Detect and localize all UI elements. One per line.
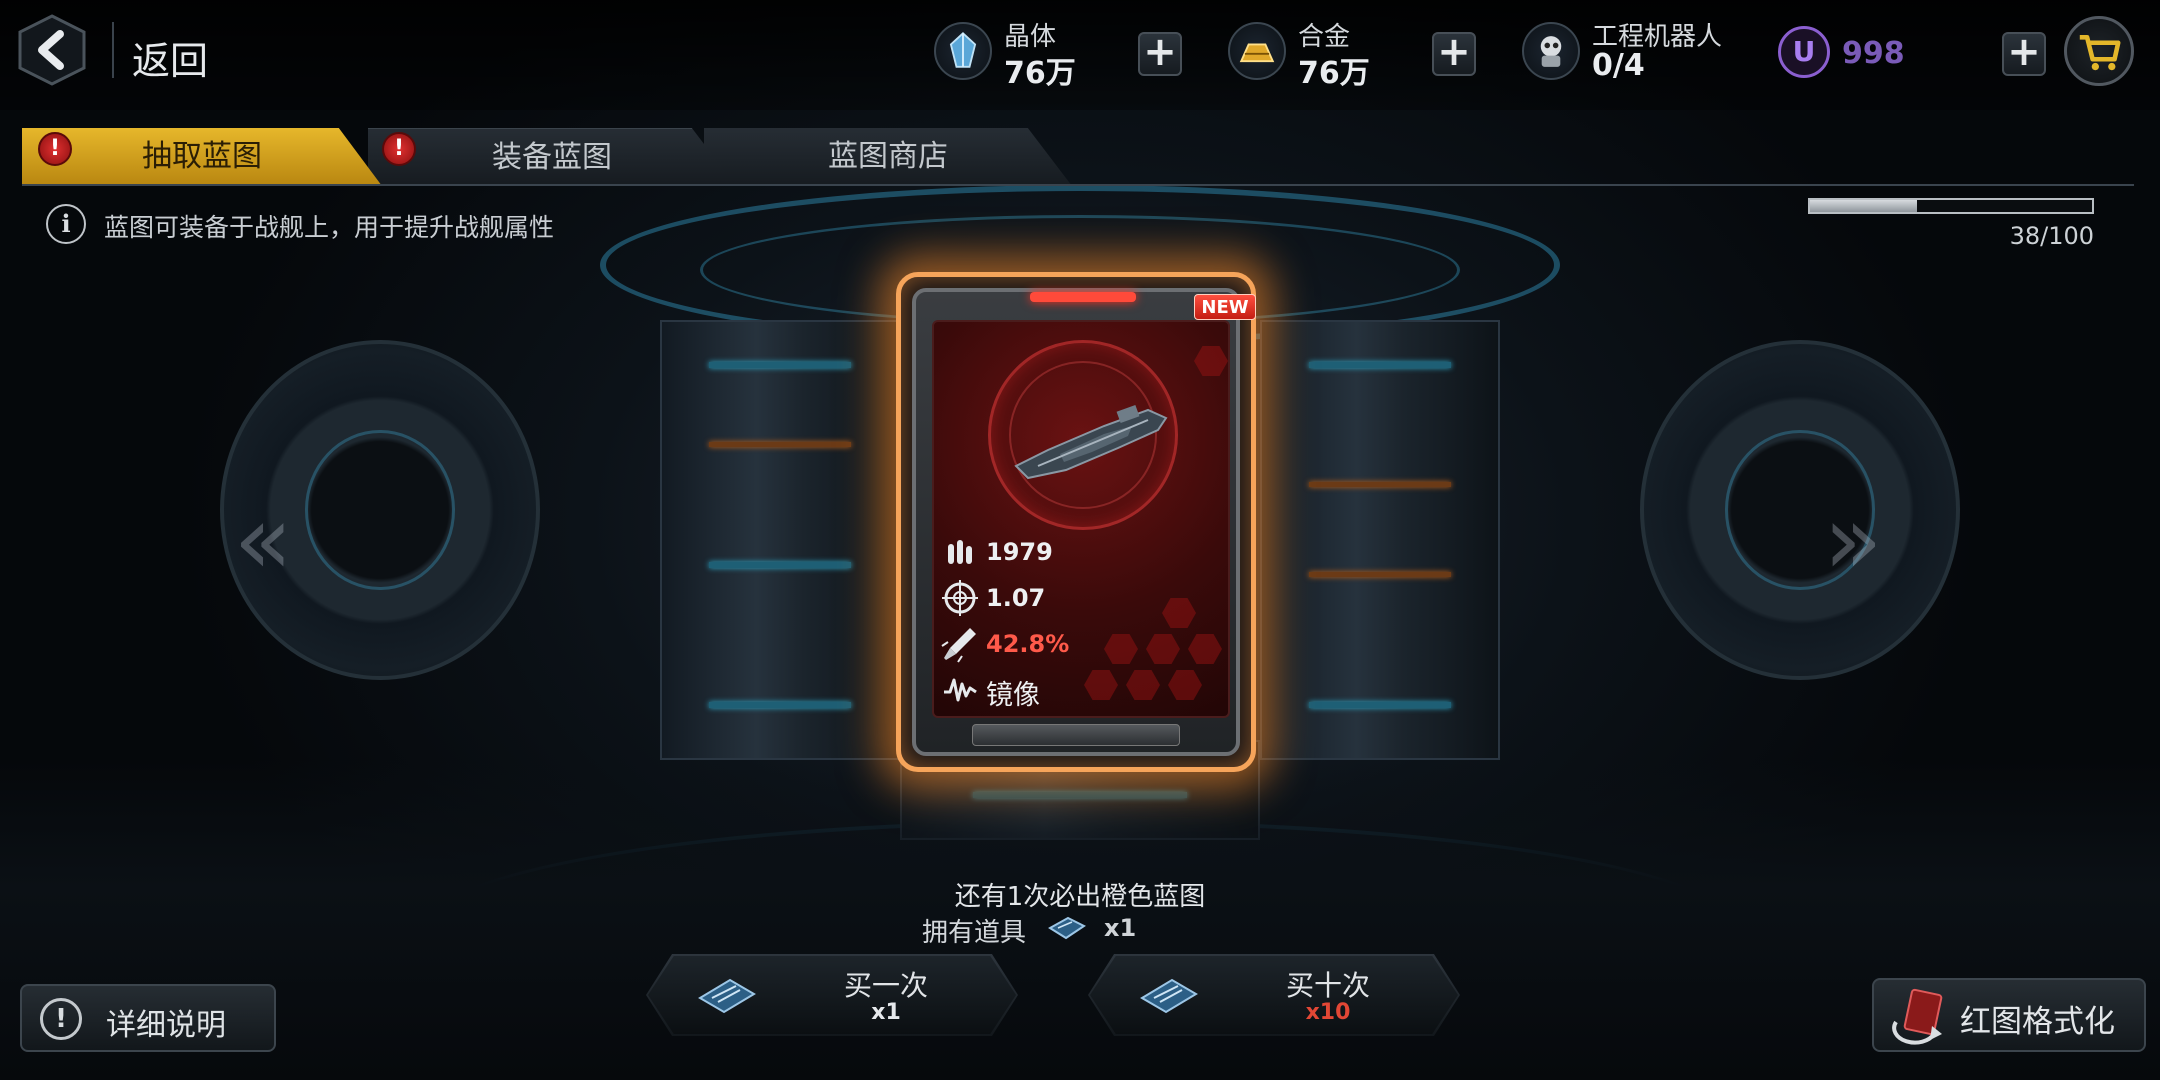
shop-cart-button[interactable] xyxy=(2064,16,2134,86)
stat-value: 1979 xyxy=(986,538,1053,566)
buy-once-cost: x1 xyxy=(871,1000,901,1025)
details-button[interactable]: ! 详细说明 xyxy=(20,984,276,1052)
progress-fill xyxy=(1810,200,1918,212)
skill-icon xyxy=(944,678,977,702)
resource-value: 76万 xyxy=(1004,56,1076,91)
details-label: 详细说明 xyxy=(106,1008,226,1043)
buy-ten-label: 买十次 xyxy=(1285,969,1370,1002)
draw-progress-bar xyxy=(1808,198,2094,214)
tab-draw-blueprint[interactable]: 抽取蓝图 xyxy=(22,128,382,186)
owned-label: 拥有道具 xyxy=(922,918,1027,948)
back-label[interactable]: 返回 xyxy=(132,30,208,85)
previous-arrow-icon[interactable]: « xyxy=(218,492,308,588)
format-label: 红图格式化 xyxy=(1960,1004,2115,1040)
add-alloy-button[interactable]: + xyxy=(1432,32,1476,76)
premium-currency-icon: U xyxy=(1778,26,1830,78)
buy-once-button[interactable]: 买一次 x1 xyxy=(646,954,1018,1036)
tab-equip-blueprint[interactable]: 装备蓝图 xyxy=(368,128,736,186)
tab-underline xyxy=(22,184,2134,186)
alert-icon: ! xyxy=(38,132,72,166)
format-card-icon xyxy=(1892,988,1943,1045)
top-bar: 返回 晶体 76万 + 合金 76万 + 工程机器人 0/4 U 998 + xyxy=(0,0,2160,110)
add-crystal-button[interactable]: + xyxy=(1138,32,1182,76)
back-button[interactable] xyxy=(14,12,90,88)
crosshair-icon xyxy=(942,580,978,616)
resource-value: 76万 xyxy=(1298,56,1370,91)
next-arrow-icon[interactable]: » xyxy=(1808,492,1898,588)
ammo-icon xyxy=(948,540,972,564)
blueprint-item-icon xyxy=(1140,978,1198,1014)
robot-icon xyxy=(1522,22,1580,80)
stat-value: 1.07 xyxy=(986,584,1046,612)
resource-robot: 工程机器人 0/4 xyxy=(1522,16,1762,88)
buy-ten-button[interactable]: 买十次 x10 xyxy=(1088,954,1460,1036)
buy-ten-cost: x10 xyxy=(1305,1000,1351,1025)
stat-value: 42.8% xyxy=(986,630,1070,658)
info-icon: i xyxy=(46,204,86,244)
guarantee-text: 还有1次必出橙色蓝图 xyxy=(954,882,1206,912)
card-base xyxy=(972,724,1180,746)
buy-once-label: 买一次 xyxy=(843,969,928,1002)
add-premium-button[interactable]: + xyxy=(2002,32,2046,76)
crystal-icon xyxy=(934,22,992,80)
resource-crystal: 晶体 76万 xyxy=(934,16,1124,91)
alert-icon: ! xyxy=(382,132,416,166)
skill-name: 镜像 xyxy=(986,680,1040,711)
right-pillar xyxy=(1260,320,1500,760)
warship-icon xyxy=(1014,404,1168,480)
resource-value: 0/4 xyxy=(1592,48,1645,83)
new-badge: NEW xyxy=(1194,294,1256,320)
left-pillar xyxy=(660,320,900,760)
premium-currency-value: 998 xyxy=(1842,36,1905,71)
blueprint-item-icon xyxy=(1048,916,1086,940)
alloy-icon xyxy=(1228,22,1286,80)
back-arrow-icon xyxy=(18,14,86,86)
red-blueprint-format-button[interactable]: 红图格式化 xyxy=(1872,978,2146,1052)
resource-alloy: 合金 76万 xyxy=(1228,16,1418,91)
card-indicator xyxy=(1030,292,1136,302)
tab-blueprint-shop[interactable]: 蓝图商店 xyxy=(704,128,1072,186)
owned-count: x1 xyxy=(1104,914,1137,942)
progress-text: 38/100 xyxy=(2009,222,2094,250)
right-pod xyxy=(1640,340,1960,680)
cart-icon xyxy=(2079,35,2121,71)
exclamation-icon: ! xyxy=(40,998,82,1040)
missile-icon xyxy=(941,628,976,663)
blueprint-item-icon xyxy=(698,978,756,1014)
info-text: 蓝图可装备于战舰上，用于提升战舰属性 xyxy=(104,213,555,242)
divider xyxy=(112,22,114,78)
